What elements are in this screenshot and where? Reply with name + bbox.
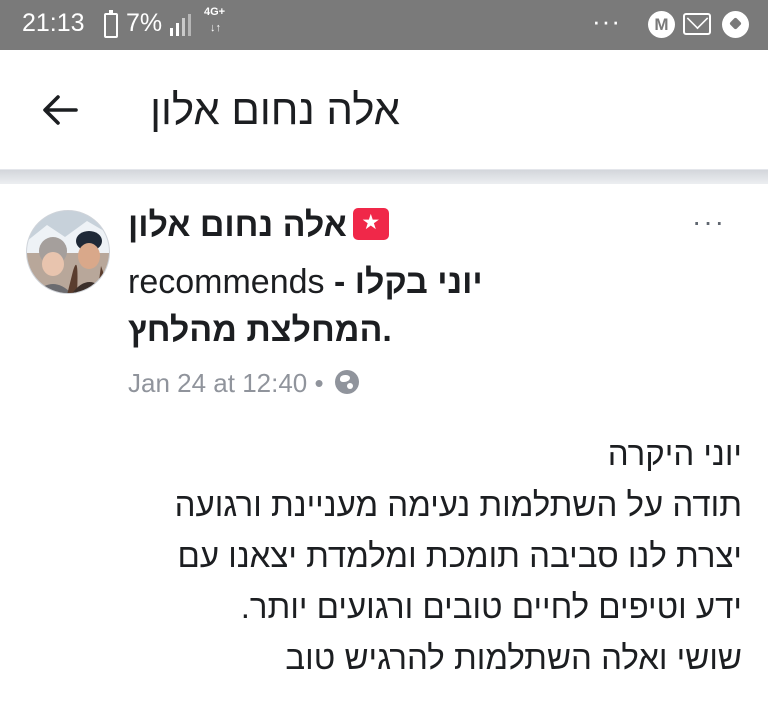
mail-icon	[683, 13, 711, 35]
globe-icon	[334, 370, 359, 395]
m-app-icon: M	[648, 11, 675, 38]
notification-dots-icon: ···	[592, 6, 621, 36]
author-name[interactable]: אלה נחום אלון	[128, 206, 347, 244]
post-meta: Jan 24 at 12:40 •	[128, 368, 359, 399]
body-line: ידע וטיפים לחיים טובים ורגועים יותר.	[240, 588, 742, 625]
post-action-line: recommends - יוני בקלו	[128, 263, 483, 302]
signal-icon	[170, 14, 198, 36]
page-subtitle[interactable]: המחלצת מהלחץ.	[128, 311, 392, 350]
page-title: אלה נחום אלון	[150, 86, 400, 133]
recommend-star-icon	[352, 208, 389, 241]
post-card: ··· אלה נחום אלון recommends - יוני בקלו…	[0, 184, 768, 705]
header-divider	[0, 170, 768, 184]
post-body: יוני היקרה תודה על השתלמות נעימה מעניינת…	[175, 428, 742, 683]
more-options-icon[interactable]: ···	[692, 208, 726, 236]
dash-separator: -	[333, 263, 346, 301]
body-line: תודה על השתלמות נעימה מעניינת ורגועה	[174, 486, 742, 523]
meta-separator: •	[314, 368, 324, 398]
app-header: אלה נחום אלון	[0, 50, 768, 170]
soccer-ball-icon	[722, 11, 749, 38]
network-type: 4G+	[204, 6, 226, 18]
back-button[interactable]	[36, 86, 84, 134]
battery-icon	[104, 10, 118, 38]
body-line: יצרת לנו סביבה תומכת ומלמדת יצאנו עם	[177, 537, 743, 574]
post-timestamp[interactable]: Jan 24 at 12:40	[128, 368, 307, 398]
page-name-link[interactable]: יוני בקלו	[355, 263, 483, 301]
data-arrows-icon: ↓↑	[210, 22, 221, 34]
body-line: שושי ואלה השתלמות להרגיש טוב	[285, 639, 742, 676]
battery-percent: 7%	[126, 9, 163, 37]
avatar-photo	[27, 211, 109, 293]
avatar[interactable]	[26, 210, 110, 294]
post-header-line: אלה נחום אלון	[128, 206, 389, 245]
body-line: יוני היקרה	[607, 435, 742, 472]
recommends-text: recommends	[128, 263, 325, 301]
back-arrow-icon	[43, 95, 78, 125]
status-bar: 21:13 7% 4G+ ↓↑ ··· M	[0, 0, 768, 50]
status-time: 21:13	[22, 9, 85, 37]
